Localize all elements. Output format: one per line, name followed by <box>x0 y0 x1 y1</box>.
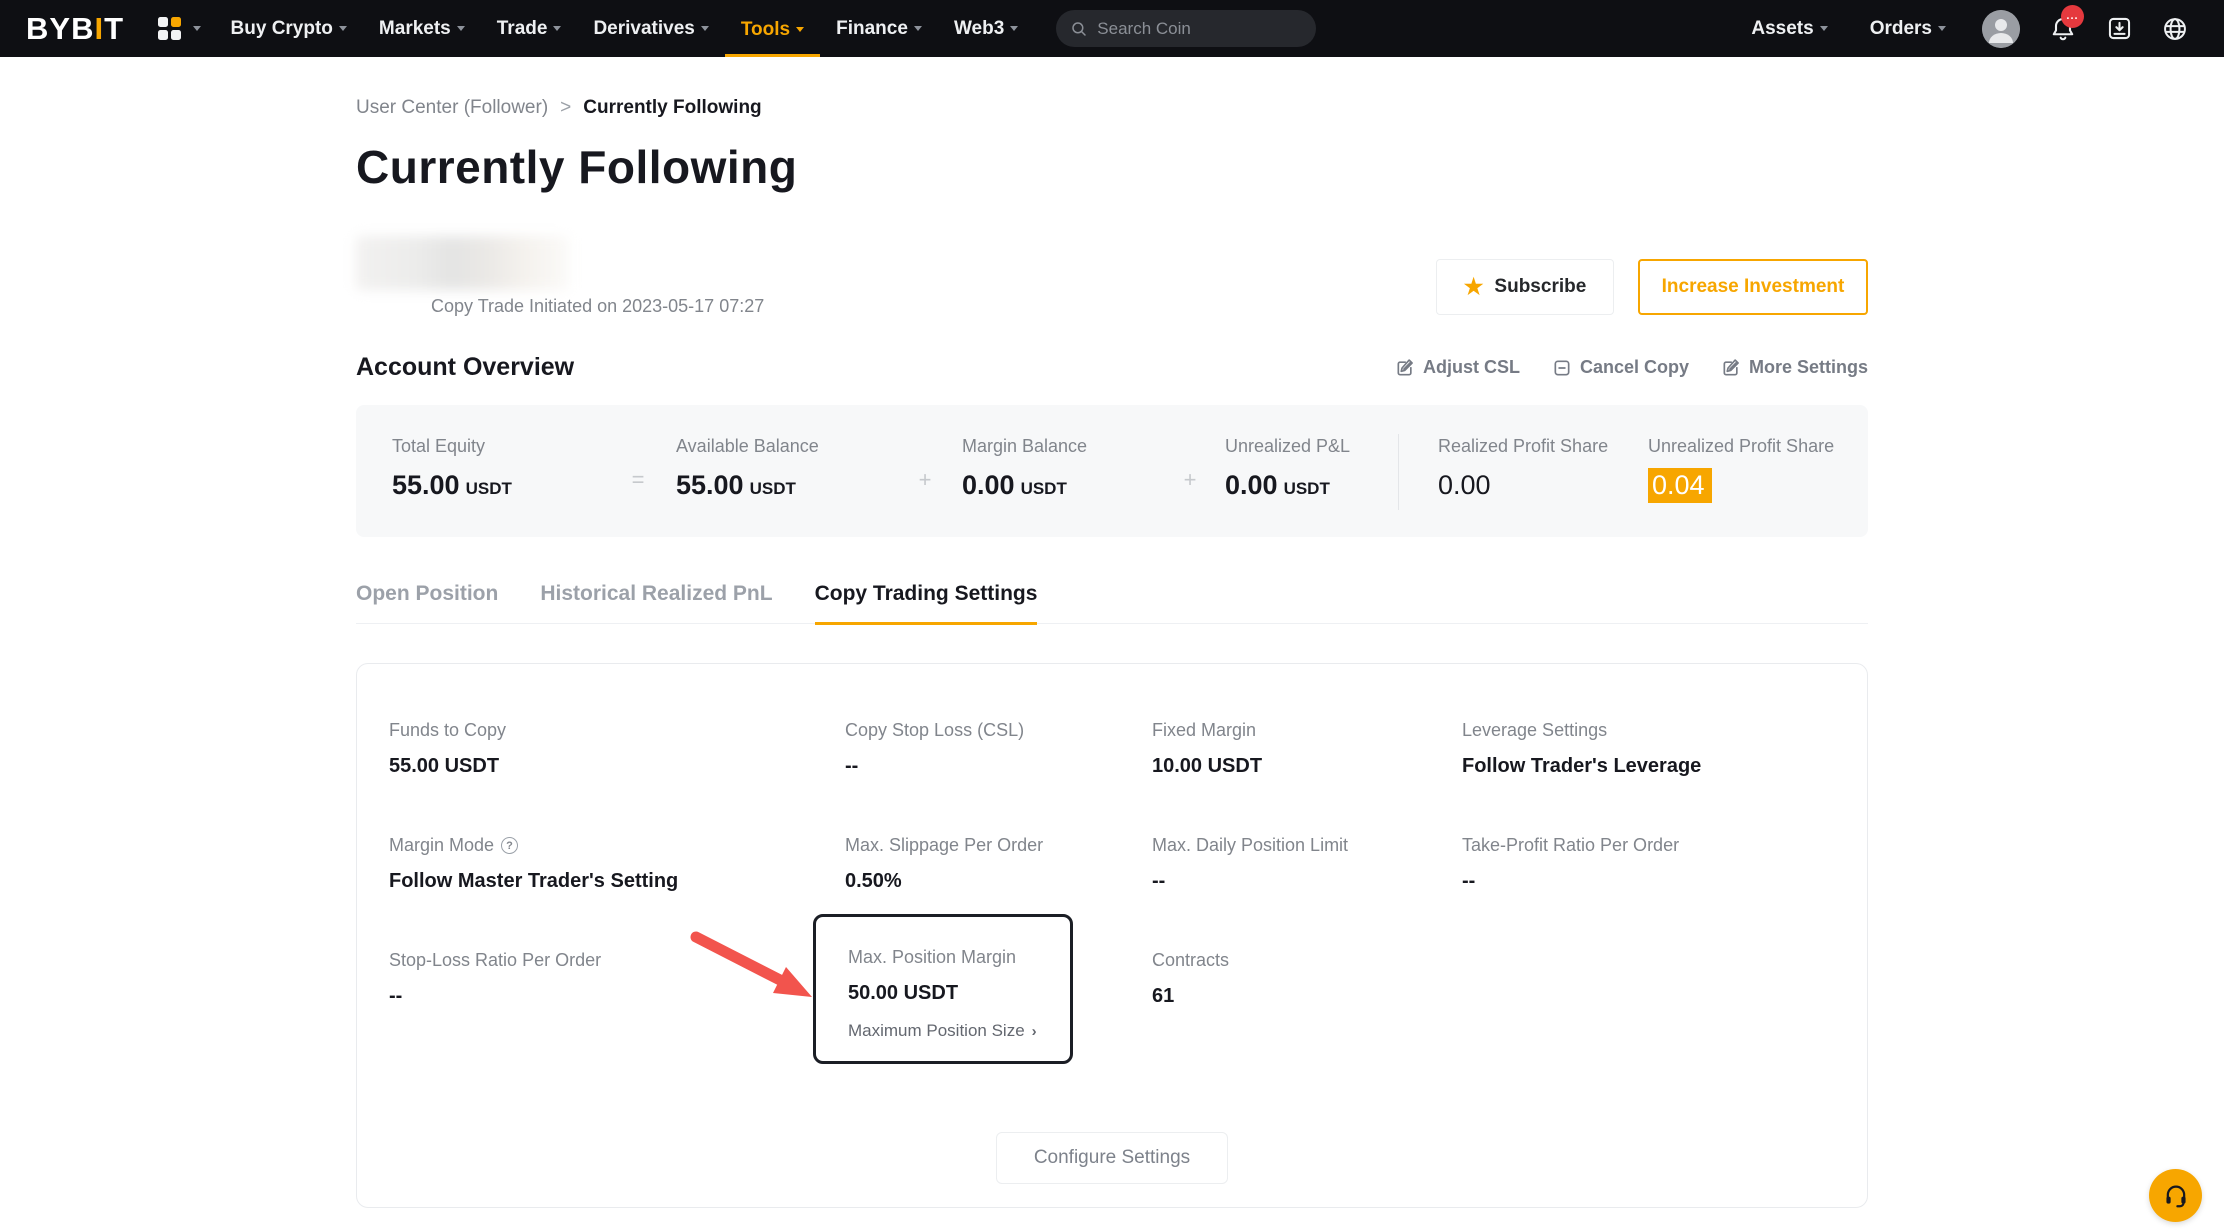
chevron-down-icon <box>553 26 561 31</box>
stat-available-balance: Available Balance 55.00USDT <box>676 405 888 501</box>
cell-funds-to-copy: Funds to Copy 55.00 USDT <box>389 720 845 778</box>
cell-daily-position-limit: Max. Daily Position Limit -- <box>1152 835 1462 893</box>
breadcrumb: User Center (Follower) > Currently Follo… <box>356 57 1868 119</box>
cell-leverage-settings: Leverage Settings Follow Trader's Levera… <box>1462 720 1867 778</box>
trader-info: Copy Trade Initiated on 2023-05-17 07:27 <box>356 236 764 317</box>
nav-trade[interactable]: Trade <box>481 0 578 57</box>
cell-stop-loss-ratio: Stop-Loss Ratio Per Order -- <box>389 950 845 1064</box>
search-box[interactable] <box>1056 10 1316 47</box>
notifications-button[interactable]: ... <box>2048 14 2078 44</box>
cell-copy-stop-loss: Copy Stop Loss (CSL) -- <box>845 720 1152 778</box>
chevron-down-icon <box>457 26 465 31</box>
cell-fixed-margin: Fixed Margin 10.00 USDT <box>1152 720 1462 778</box>
download-icon <box>2106 15 2133 42</box>
trader-name-blurred <box>356 236 569 290</box>
breadcrumb-user-center[interactable]: User Center (Follower) <box>356 97 548 119</box>
search-icon <box>1070 20 1088 38</box>
trader-profile-row: Copy Trade Initiated on 2023-05-17 07:27… <box>356 236 1868 317</box>
cell-take-profit-ratio: Take-Profit Ratio Per Order -- <box>1462 835 1867 893</box>
cell-max-slippage: Max. Slippage Per Order 0.50% <box>845 835 1152 893</box>
stat-margin-balance: Margin Balance 0.00USDT <box>962 405 1155 501</box>
grid-icon <box>158 17 181 40</box>
settings-grid: Funds to Copy 55.00 USDT Copy Stop Loss … <box>357 664 1867 1064</box>
minus-square-icon <box>1552 358 1572 378</box>
person-icon <box>1982 10 2020 48</box>
edit-icon <box>1721 358 1741 378</box>
tab-historical-realized-pnl[interactable]: Historical Realized PnL <box>540 582 772 623</box>
download-app-button[interactable] <box>2104 14 2134 44</box>
chevron-down-icon <box>914 26 922 31</box>
chevron-down-icon <box>796 27 804 32</box>
nav-finance[interactable]: Finance <box>820 0 938 57</box>
language-button[interactable] <box>2160 14 2190 44</box>
stat-realized-profit-share: Realized Profit Share 0.00 <box>1438 405 1648 501</box>
chevron-down-icon <box>1938 26 1946 31</box>
equals-operator: = <box>600 405 676 493</box>
main-content: User Center (Follower) > Currently Follo… <box>356 57 1868 1208</box>
support-chat-button[interactable] <box>2149 1169 2202 1222</box>
plus-operator: + <box>1155 405 1225 493</box>
cancel-copy-link[interactable]: Cancel Copy <box>1552 357 1689 378</box>
copy-trade-initiated-text: Copy Trade Initiated on 2023-05-17 07:27 <box>356 296 764 317</box>
bybit-logo[interactable]: BYBIT <box>26 11 124 47</box>
account-overview-title: Account Overview <box>356 353 574 382</box>
copy-trading-settings-card: Funds to Copy 55.00 USDT Copy Stop Loss … <box>356 663 1868 1208</box>
cell-empty <box>1462 950 1867 1064</box>
user-avatar[interactable] <box>1982 10 2020 48</box>
subscribe-button[interactable]: ★ Subscribe <box>1436 259 1614 315</box>
tab-open-position[interactable]: Open Position <box>356 582 498 623</box>
nav-orders[interactable]: Orders <box>1854 0 1962 57</box>
chevron-right-icon: › <box>1032 1023 1037 1040</box>
nav-web3[interactable]: Web3 <box>938 0 1034 57</box>
highlighted-value: 0.04 <box>1648 468 1712 503</box>
nav-assets[interactable]: Assets <box>1735 0 1843 57</box>
vertical-divider <box>1398 434 1399 510</box>
tabs-bar: Open Position Historical Realized PnL Co… <box>356 582 1868 624</box>
more-settings-link[interactable]: More Settings <box>1721 357 1868 378</box>
chevron-down-icon <box>1820 26 1828 31</box>
stat-total-equity: Total Equity 55.00USDT <box>392 405 600 501</box>
top-navbar: BYBIT Buy Crypto Markets Trade Derivativ… <box>0 0 2224 57</box>
edit-icon <box>1395 358 1415 378</box>
configure-settings-button[interactable]: Configure Settings <box>996 1132 1228 1184</box>
search-input[interactable] <box>1097 19 1277 39</box>
globe-icon <box>2161 15 2189 43</box>
nav-tools[interactable]: Tools <box>725 0 820 57</box>
help-icon[interactable]: ? <box>501 837 518 854</box>
nav-right-cluster: Assets Orders ... <box>1735 0 2198 57</box>
chevron-down-icon <box>193 26 201 31</box>
apps-grid-icon[interactable] <box>158 17 201 40</box>
headset-icon <box>2162 1182 2190 1210</box>
cell-max-position-margin: Max. Position Margin 50.00 USDT Maximum … <box>845 950 1152 1064</box>
account-overview-header: Account Overview Adjust CSL Cancel Copy <box>356 353 1868 382</box>
chevron-down-icon <box>339 26 347 31</box>
stat-unrealized-pnl: Unrealized P&L 0.00USDT <box>1225 405 1398 501</box>
adjust-csl-link[interactable]: Adjust CSL <box>1395 357 1520 378</box>
nav-buy-crypto[interactable]: Buy Crypto <box>215 0 363 57</box>
cell-contracts: Contracts 61 <box>1152 950 1462 1064</box>
page-title: Currently Following <box>356 140 1868 194</box>
stat-unrealized-profit-share: Unrealized Profit Share 0.04 <box>1648 405 1834 501</box>
plus-operator: + <box>888 405 962 493</box>
profile-action-buttons: ★ Subscribe Increase Investment <box>1436 259 1868 315</box>
breadcrumb-current: Currently Following <box>583 97 761 119</box>
maximum-position-size-link[interactable]: Maximum Position Size › <box>848 1021 1054 1041</box>
tab-copy-trading-settings[interactable]: Copy Trading Settings <box>815 582 1038 625</box>
cell-margin-mode: Margin Mode? Follow Master Trader's Sett… <box>389 835 845 893</box>
annotation-highlight-box: Max. Position Margin 50.00 USDT Maximum … <box>813 914 1073 1064</box>
account-stats-card: Total Equity 55.00USDT = Available Balan… <box>356 405 1868 537</box>
notification-badge: ... <box>2061 5 2084 28</box>
breadcrumb-separator: > <box>560 97 571 119</box>
star-icon: ★ <box>1464 276 1484 298</box>
nav-derivatives[interactable]: Derivatives <box>577 0 724 57</box>
increase-investment-button[interactable]: Increase Investment <box>1638 259 1868 315</box>
chevron-down-icon <box>701 26 709 31</box>
overview-action-links: Adjust CSL Cancel Copy More Settings <box>1395 357 1868 378</box>
chevron-down-icon <box>1010 26 1018 31</box>
nav-markets[interactable]: Markets <box>363 0 481 57</box>
